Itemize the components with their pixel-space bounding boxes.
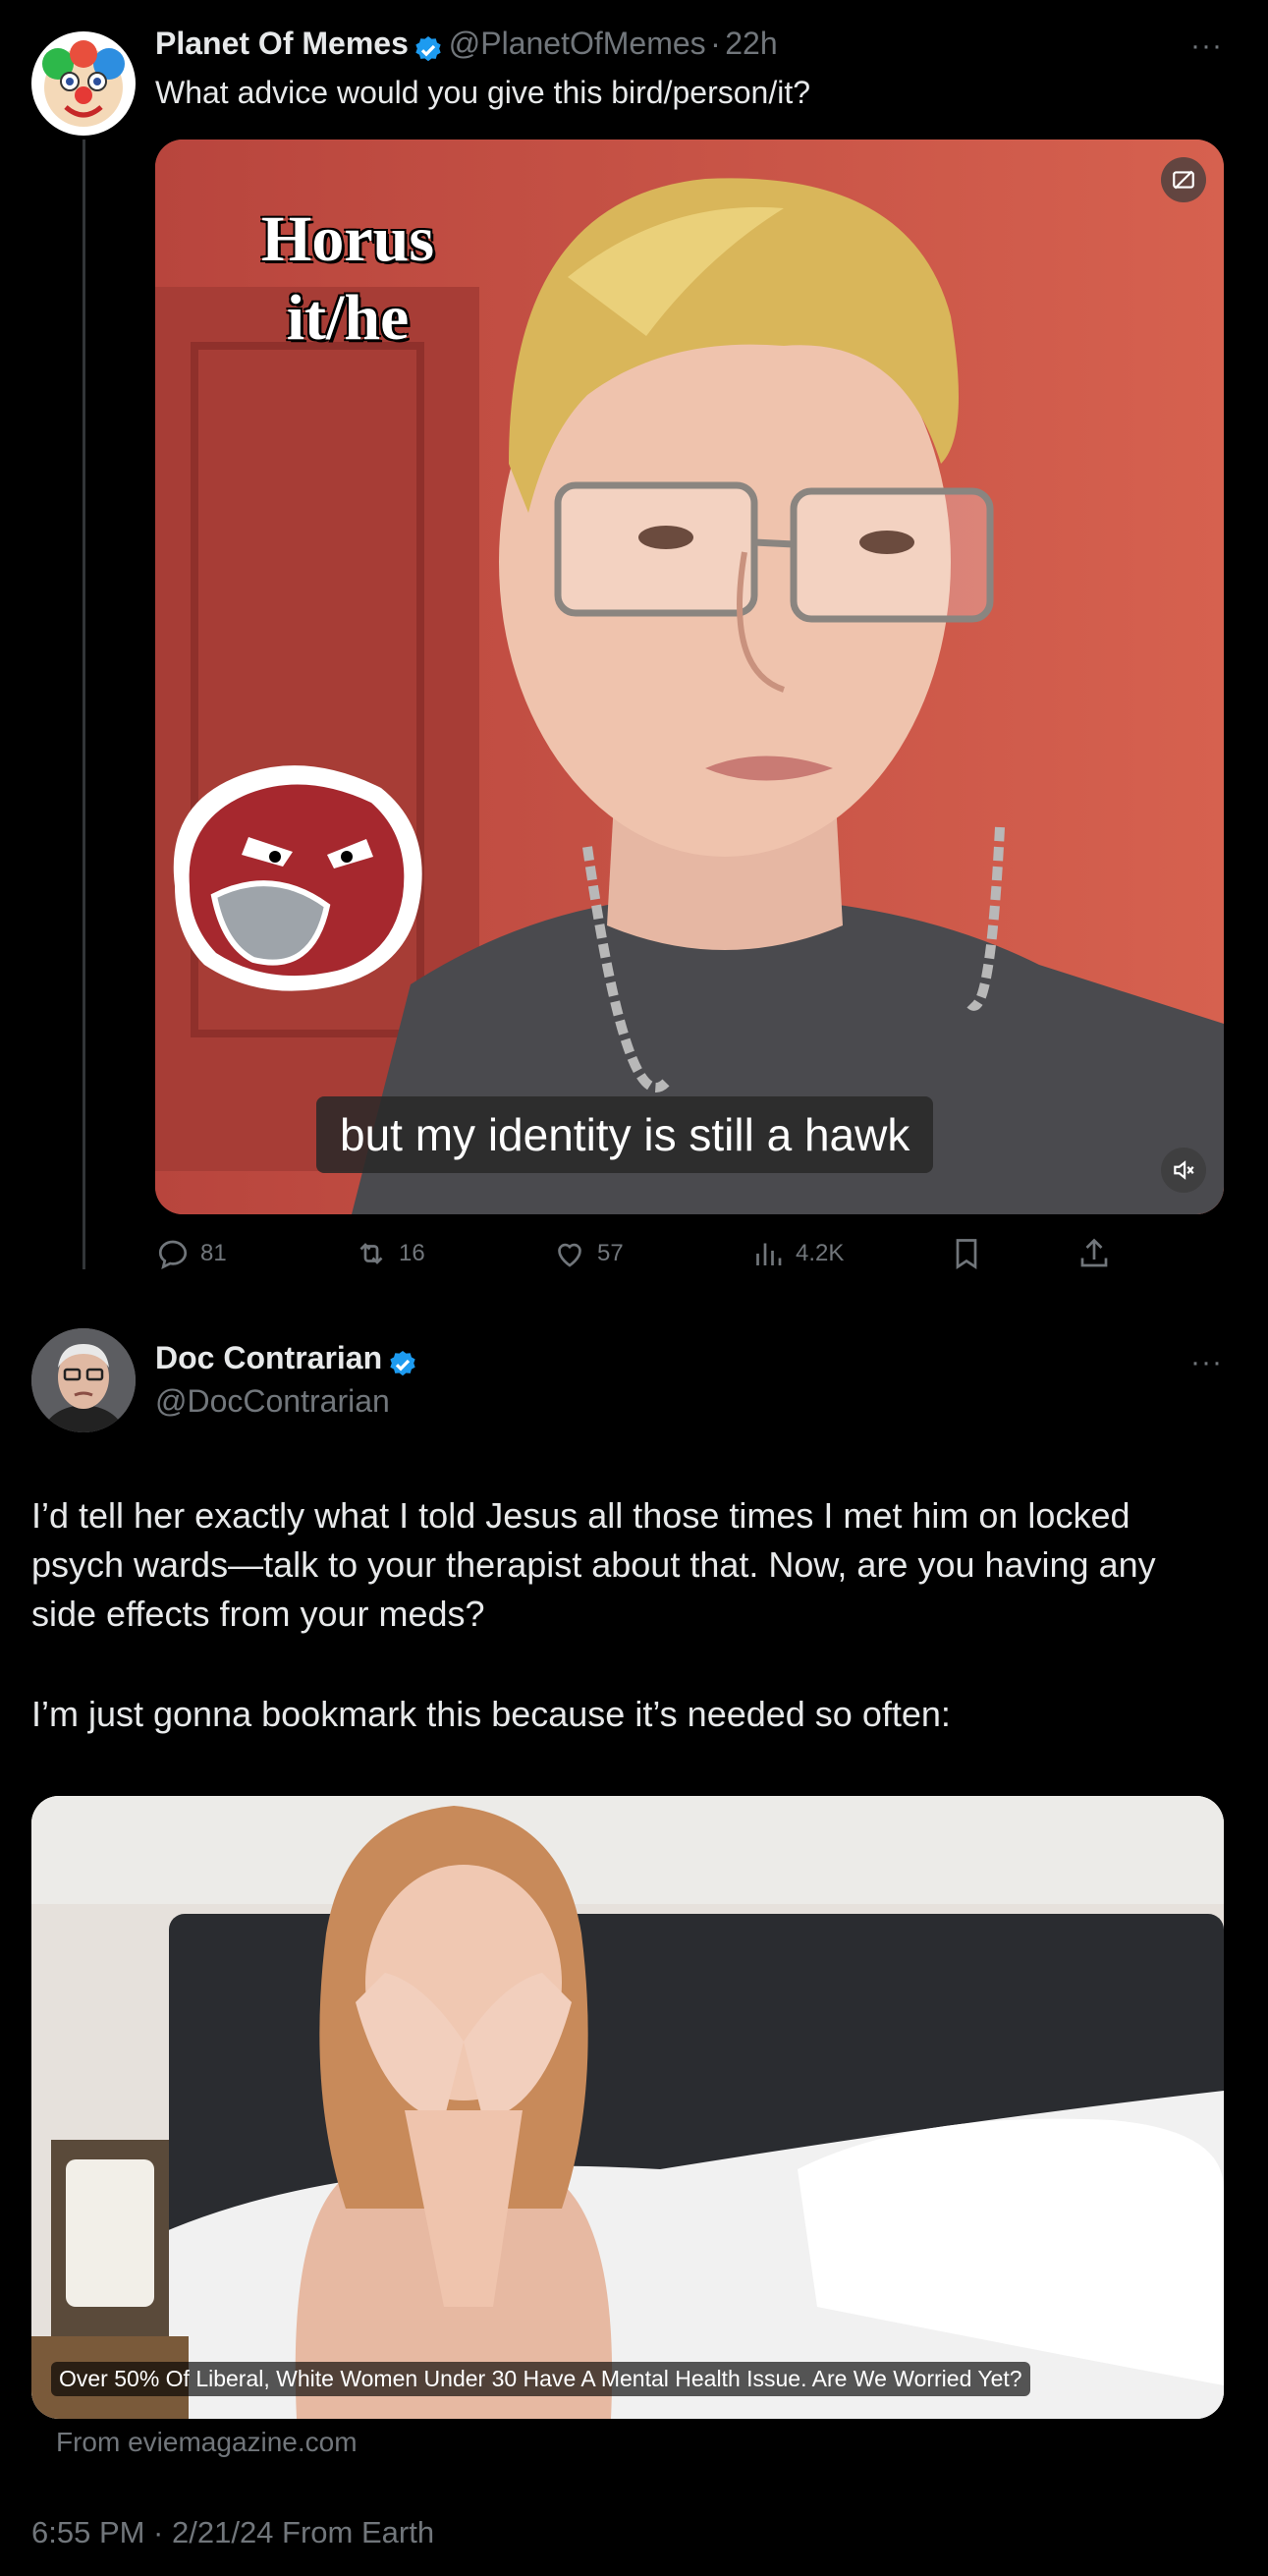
link-card-overlay bbox=[31, 1796, 1224, 2419]
share-button[interactable] bbox=[1076, 1234, 1112, 1273]
bookmark-button[interactable] bbox=[949, 1234, 984, 1273]
verified-badge-icon bbox=[389, 1350, 415, 1375]
view-count: 4.2K bbox=[796, 1240, 845, 1266]
reply-more-icon[interactable]: ··· bbox=[1190, 1346, 1223, 1379]
unmute-button[interactable] bbox=[1161, 1148, 1206, 1193]
reply-author-handle[interactable]: @DocContrarian bbox=[155, 1383, 390, 1420]
views-action[interactable]: 4.2K bbox=[750, 1234, 844, 1273]
like-count: 57 bbox=[597, 1240, 624, 1266]
reply-icon bbox=[158, 1240, 188, 1269]
overlay-title-line1: Horus bbox=[261, 203, 435, 275]
clown-icon bbox=[42, 40, 125, 127]
avatar-planet-of-memes[interactable] bbox=[31, 31, 136, 136]
post-time[interactable]: 22h bbox=[725, 26, 777, 61]
repost-action[interactable]: 16 bbox=[354, 1234, 425, 1273]
views-chart-icon bbox=[756, 1243, 782, 1265]
bookmark-icon bbox=[956, 1239, 977, 1270]
reply-author-name[interactable]: Doc Contrarian bbox=[155, 1340, 382, 1375]
heart-icon bbox=[558, 1243, 581, 1267]
link-card-source[interactable]: From eviemagazine.com bbox=[56, 2427, 358, 2458]
video-overlay-title: Horus it/he bbox=[261, 200, 434, 358]
captions-toggle-button[interactable] bbox=[1161, 157, 1206, 202]
thread-line bbox=[83, 140, 85, 1269]
reply-action[interactable]: 81 bbox=[155, 1234, 227, 1273]
muted-speaker-icon bbox=[1174, 1160, 1194, 1180]
like-action[interactable]: 57 bbox=[552, 1234, 624, 1273]
post-text: What advice would you give this bird/per… bbox=[155, 75, 811, 110]
link-card-caption: Over 50% Of Liberal, White Women Under 3… bbox=[51, 2362, 1030, 2396]
repost-count: 16 bbox=[399, 1240, 425, 1266]
reply-paragraph-2: I’m just gonna bookmark this because it’… bbox=[31, 1694, 951, 1734]
post-author-handle[interactable]: @PlanetOfMemes bbox=[449, 26, 706, 61]
reply-paragraph-1: I’d tell her exactly what I told Jesus a… bbox=[31, 1495, 1156, 1634]
avatar-doc-contrarian[interactable] bbox=[31, 1328, 136, 1432]
reply-timestamp[interactable]: 6:55 PM · 2/21/24 From Earth bbox=[31, 2515, 434, 2550]
post-separator: · bbox=[710, 26, 721, 61]
post-author-name[interactable]: Planet Of Memes bbox=[155, 26, 409, 61]
post-header: Planet Of Memes @PlanetOfMemes · 22h bbox=[155, 26, 778, 66]
repost-icon bbox=[359, 1243, 383, 1264]
hawk-mascot-icon bbox=[173, 765, 422, 991]
reply-header: Doc Contrarian bbox=[155, 1340, 418, 1380]
reply-count: 81 bbox=[200, 1240, 227, 1266]
overlay-title-line2: it/he bbox=[286, 282, 410, 354]
post-video[interactable]: Horus it/he but my identity is still a h… bbox=[155, 140, 1224, 1214]
share-icon bbox=[1080, 1238, 1108, 1267]
link-card[interactable] bbox=[31, 1796, 1224, 2419]
portrait-icon bbox=[31, 1328, 136, 1432]
video-subtitle: but my identity is still a hawk bbox=[316, 1096, 934, 1173]
post-more-icon[interactable]: ··· bbox=[1190, 29, 1223, 63]
reply-body: I’d tell her exactly what I told Jesus a… bbox=[31, 1491, 1210, 1739]
captions-icon bbox=[1173, 170, 1194, 190]
verified-badge-icon bbox=[415, 35, 441, 61]
